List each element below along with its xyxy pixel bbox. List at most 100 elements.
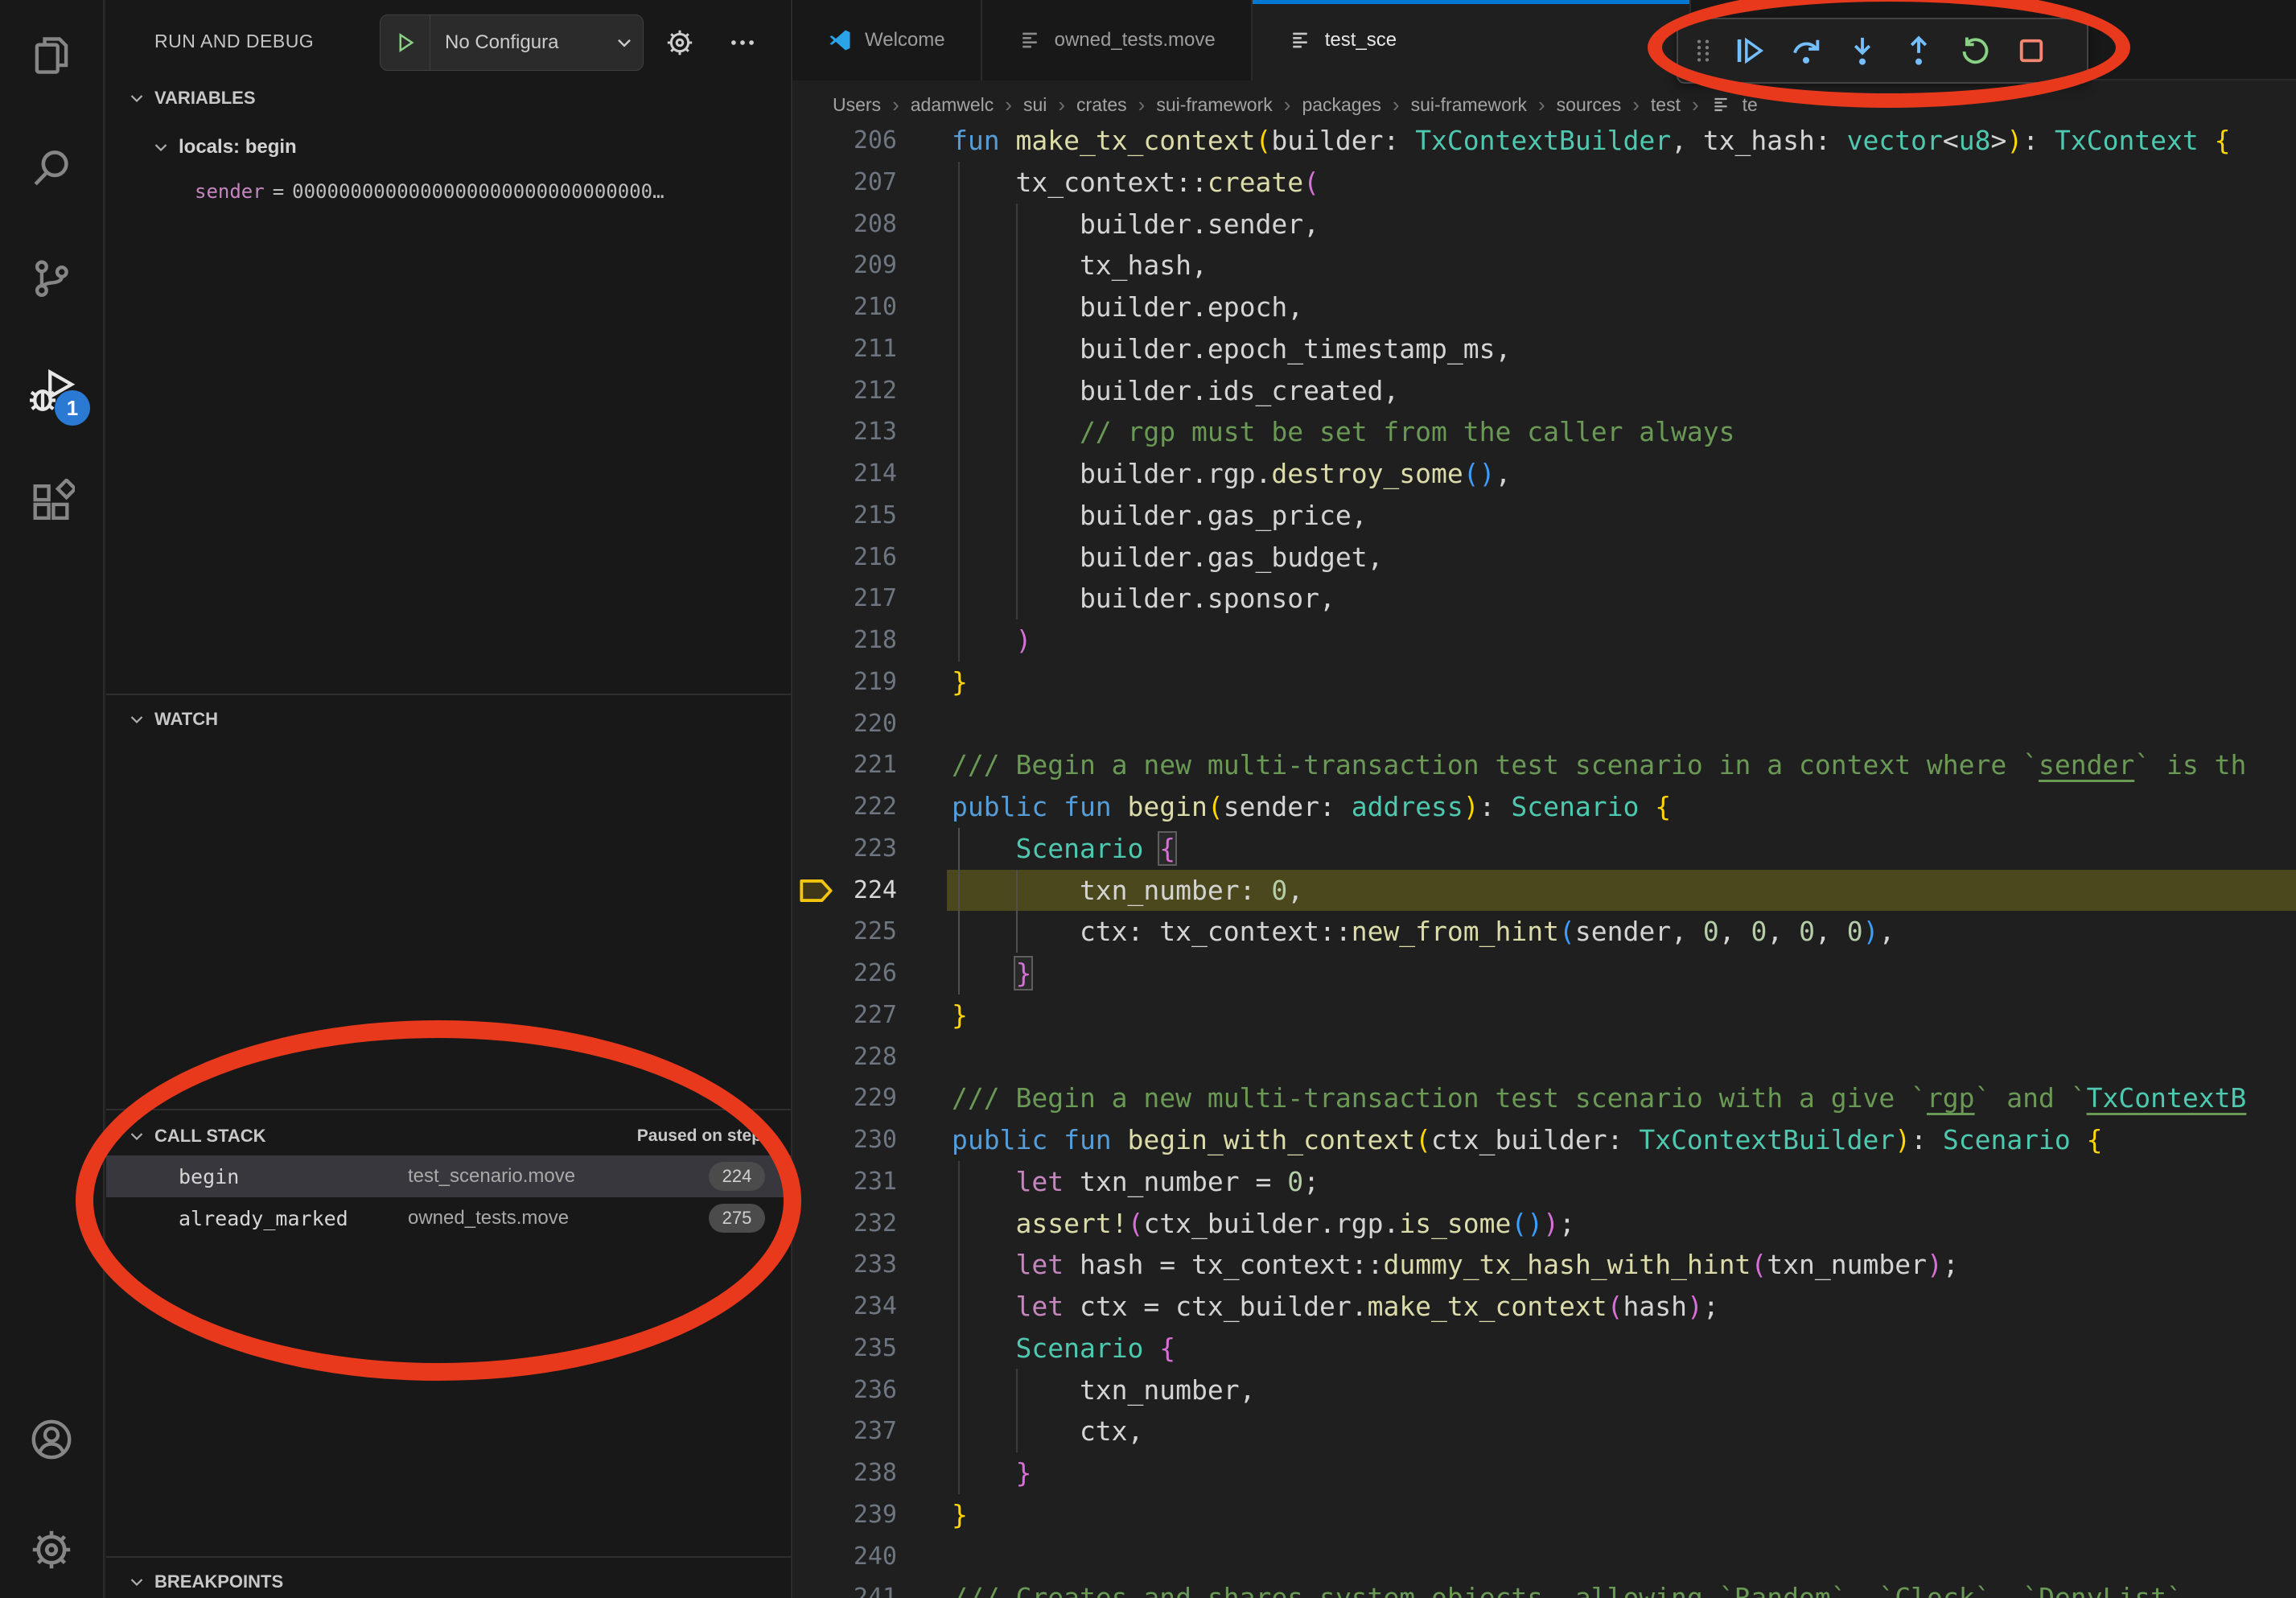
start-debug-icon[interactable] [381,15,430,70]
continue-button[interactable] [1722,24,1778,77]
code-token [952,833,1015,864]
source-control-icon[interactable] [0,234,103,323]
breadcrumb-item[interactable]: test [1651,94,1681,116]
account-icon[interactable] [0,1395,103,1484]
debug-settings-gear-icon[interactable] [665,27,695,58]
breadcrumb-item[interactable]: sui-framework [1411,94,1527,116]
search-icon[interactable] [0,124,103,212]
line-number[interactable]: 211 [792,328,897,370]
breadcrumb-item[interactable]: sources [1557,94,1622,116]
section-divider [106,694,791,695]
run-and-debug-icon[interactable]: 1 [0,347,103,435]
step-into-button[interactable] [1834,24,1891,77]
code-token: TxContext [2055,125,2215,156]
code-line-241: /// Creates and shares system objects, a… [952,1577,2246,1598]
watch-header[interactable]: WATCH [106,702,791,737]
line-number[interactable]: 231 [792,1161,897,1203]
step-out-button[interactable] [1891,24,1947,77]
line-number[interactable]: 227 [792,995,897,1036]
tab-test-sce[interactable]: test_sce [1253,0,1691,80]
line-number[interactable]: 229 [792,1077,897,1119]
line-number[interactable]: 237 [792,1411,897,1452]
code-token: address [1352,791,1463,822]
breadcrumb-item[interactable]: sui-framework [1156,94,1272,116]
line-number[interactable]: 240 [792,1536,897,1578]
line-number[interactable]: 216 [792,537,897,579]
code-token: tx_context:: [952,167,1208,198]
drag-handle-icon[interactable] [1689,37,1717,64]
code-token: 0 [1287,1166,1303,1197]
variables-scope[interactable]: locals: begin [106,129,791,166]
breadcrumb-file[interactable]: te [1743,94,1758,116]
line-number[interactable]: 230 [792,1119,897,1161]
line-number[interactable]: 236 [792,1369,897,1411]
launch-configuration-dropdown[interactable]: No Configura [380,14,644,71]
line-number[interactable]: 239 [792,1494,897,1536]
line-number[interactable]: 228 [792,1036,897,1078]
code-token: } [1015,958,1031,989]
breadcrumb-item[interactable]: crates [1076,94,1127,116]
extensions-icon[interactable] [0,458,103,546]
settings-gear-icon[interactable] [0,1505,103,1594]
line-number[interactable]: 215 [792,495,897,537]
call-stack-frame[interactable]: begintest_scenario.move224 [106,1155,791,1197]
stop-icon [2014,34,2048,68]
variable-value: 0000000000000000000000000000000… [292,180,664,203]
line-number[interactable]: 232 [792,1203,897,1245]
breadcrumb-item[interactable]: adamwelc [911,94,994,116]
line-number[interactable]: 213 [792,411,897,453]
line-number[interactable]: 224 [792,870,897,912]
code-token: create [1208,167,1303,198]
line-number[interactable]: 218 [792,620,897,661]
line-number[interactable]: 234 [792,1286,897,1328]
code-token: builder.gas_price, [952,500,1368,531]
line-number[interactable]: 235 [792,1328,897,1369]
restart-button[interactable] [1947,24,2003,77]
step-over-button[interactable] [1778,24,1834,77]
code-editor[interactable]: 2062072082092102112122132142152162172182… [792,0,2296,1598]
breadcrumb-item[interactable]: Users [833,94,881,116]
line-number[interactable]: 209 [792,245,897,286]
line-number[interactable]: 233 [792,1244,897,1286]
code-token: ) [952,624,1031,656]
line-number[interactable]: 210 [792,286,897,328]
line-number[interactable]: 207 [792,162,897,204]
call-stack-frame[interactable]: already_markedowned_tests.move275 [106,1197,791,1239]
line-number[interactable]: 226 [792,953,897,995]
code-token: builder.sender, [952,208,1319,240]
breakpoints-header[interactable]: BREAKPOINTS [106,1564,791,1598]
tab-owned-tests-move[interactable]: owned_tests.move [982,0,1253,80]
line-number[interactable]: 221 [792,744,897,786]
debug-badge: 1 [55,390,90,426]
line-number[interactable]: 217 [792,578,897,620]
stop-button[interactable] [2003,24,2059,77]
line-number[interactable]: 212 [792,370,897,412]
code-token: DenyList [2039,1582,2166,1598]
line-number[interactable]: 223 [792,828,897,870]
code-token: let [952,1249,1080,1280]
variables-header[interactable]: VARIABLES [106,80,791,116]
tab-label: owned_tests.move [1055,29,1216,51]
code-token: ; [1943,1249,1959,1280]
line-number[interactable]: 222 [792,786,897,828]
line-number[interactable]: 219 [792,661,897,703]
code-token: hash = tx_context:: [1080,1249,1384,1280]
code-lines[interactable]: fun make_tx_context(builder: TxContextBu… [952,120,2246,1598]
breadcrumb-item[interactable]: packages [1302,94,1380,116]
breadcrumb-item[interactable]: sui [1023,94,1047,116]
tab-welcome[interactable]: Welcome [792,0,982,80]
line-number[interactable]: 214 [792,453,897,495]
chevron-down-icon [127,710,146,729]
breadcrumb-separator-icon: › [1284,93,1291,117]
line-number[interactable]: 208 [792,204,897,245]
code-token: u8 [1959,125,1991,156]
line-number[interactable]: 225 [792,911,897,953]
explorer-icon[interactable] [0,11,103,100]
call-stack-header[interactable]: CALL STACK Paused on step [106,1117,791,1155]
line-number[interactable]: 220 [792,703,897,745]
more-actions-icon[interactable] [727,27,758,58]
line-number[interactable]: 238 [792,1452,897,1494]
variable-row[interactable]: sender = 0000000000000000000000000000000… [106,172,791,211]
breadcrumb[interactable]: Users›adamwelc›sui›crates›sui-framework›… [792,80,2296,129]
line-number[interactable]: 241 [792,1577,897,1598]
